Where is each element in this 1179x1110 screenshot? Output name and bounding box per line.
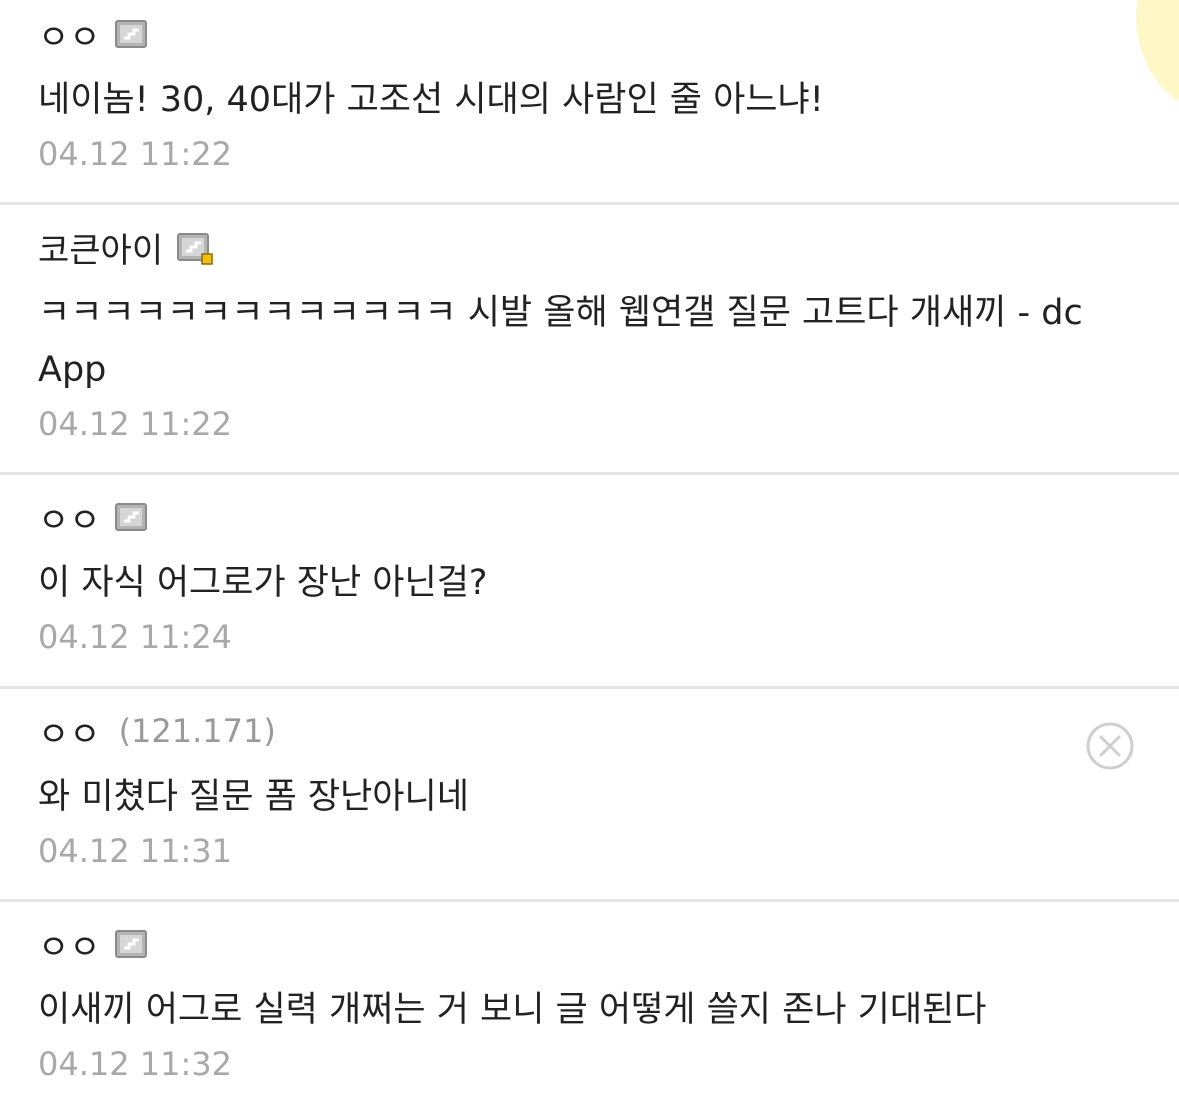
comment-author-name[interactable]: ㅇㅇ xyxy=(38,707,101,756)
comment-author-name[interactable]: ㅇㅇ xyxy=(38,10,101,59)
comment-text: 와 미쳤다 질문 폼 장난아니네 xyxy=(38,777,469,817)
fixed-nick-icon xyxy=(114,503,147,531)
comment-text: 이새끼 어그로 실력 개쩌는 거 보니 글 어떻게 쓸지 존나 기대된다 xyxy=(38,990,987,1030)
close-circle-icon[interactable] xyxy=(1085,721,1135,771)
comment-author-name[interactable]: 코큰아이 xyxy=(38,223,163,272)
comment-author-row: ㅇㅇ xyxy=(38,10,1119,59)
fixed-nick-sub-icon xyxy=(177,233,213,265)
comment-list-page: ㅇㅇ 네이놈! 30, 40대가 고조선 시대의 사람인 줄 아느냐! 04.1… xyxy=(0,0,1179,1110)
comment-timestamp: 04.12 11:22 xyxy=(38,405,232,443)
comment-author-name[interactable]: ㅇㅇ xyxy=(38,493,101,542)
comment-item: ㅇㅇ 이 자식 어그로가 장난 아닌걸? 04.12 11:24 xyxy=(0,475,1179,689)
comment-author-row: ㅇㅇ (121.171) xyxy=(38,707,1119,756)
comment-item: ㅇㅇ 네이놈! 30, 40대가 고조선 시대의 사람인 줄 아느냐! 04.1… xyxy=(0,0,1179,205)
comment-text: ㅋㅋㅋㅋㅋㅋㅋㅋㅋㅋㅋㅋㅋ 시발 올해 웹연갤 질문 고트다 개새끼 - dc … xyxy=(38,293,1083,390)
comment-author-ip: (121.171) xyxy=(118,712,276,750)
comment-author-name[interactable]: ㅇㅇ xyxy=(38,920,101,969)
fixed-nick-icon xyxy=(114,930,147,958)
comment-timestamp: 04.12 11:31 xyxy=(38,832,232,870)
comment-text: 네이놈! 30, 40대가 고조선 시대의 사람인 줄 아느냐! xyxy=(38,80,824,120)
fixed-nick-icon xyxy=(114,20,147,48)
comment-timestamp: 04.12 11:24 xyxy=(38,618,232,656)
comment-timestamp: 04.12 11:32 xyxy=(38,1045,232,1083)
comment-item: ㅇㅇ (121.171) 와 미쳤다 질문 폼 장난아니네 04.12 11:3… xyxy=(0,689,1179,902)
comment-author-row: 코큰아이 xyxy=(38,223,1119,272)
comment-item: 코큰아이 ㅋㅋㅋㅋㅋㅋㅋㅋㅋㅋㅋㅋㅋ 시발 올해 웹연갤 질문 고트다 개새끼 … xyxy=(0,205,1179,475)
comment-author-row: ㅇㅇ xyxy=(38,493,1119,542)
comment-item: ㅇㅇ 이새끼 어그로 실력 개쩌는 거 보니 글 어떻게 쓸지 존나 기대된다 … xyxy=(0,902,1179,1110)
comment-text: 이 자식 어그로가 장난 아닌걸? xyxy=(38,563,488,603)
comment-author-row: ㅇㅇ xyxy=(38,920,1119,969)
comment-timestamp: 04.12 11:22 xyxy=(38,135,232,173)
